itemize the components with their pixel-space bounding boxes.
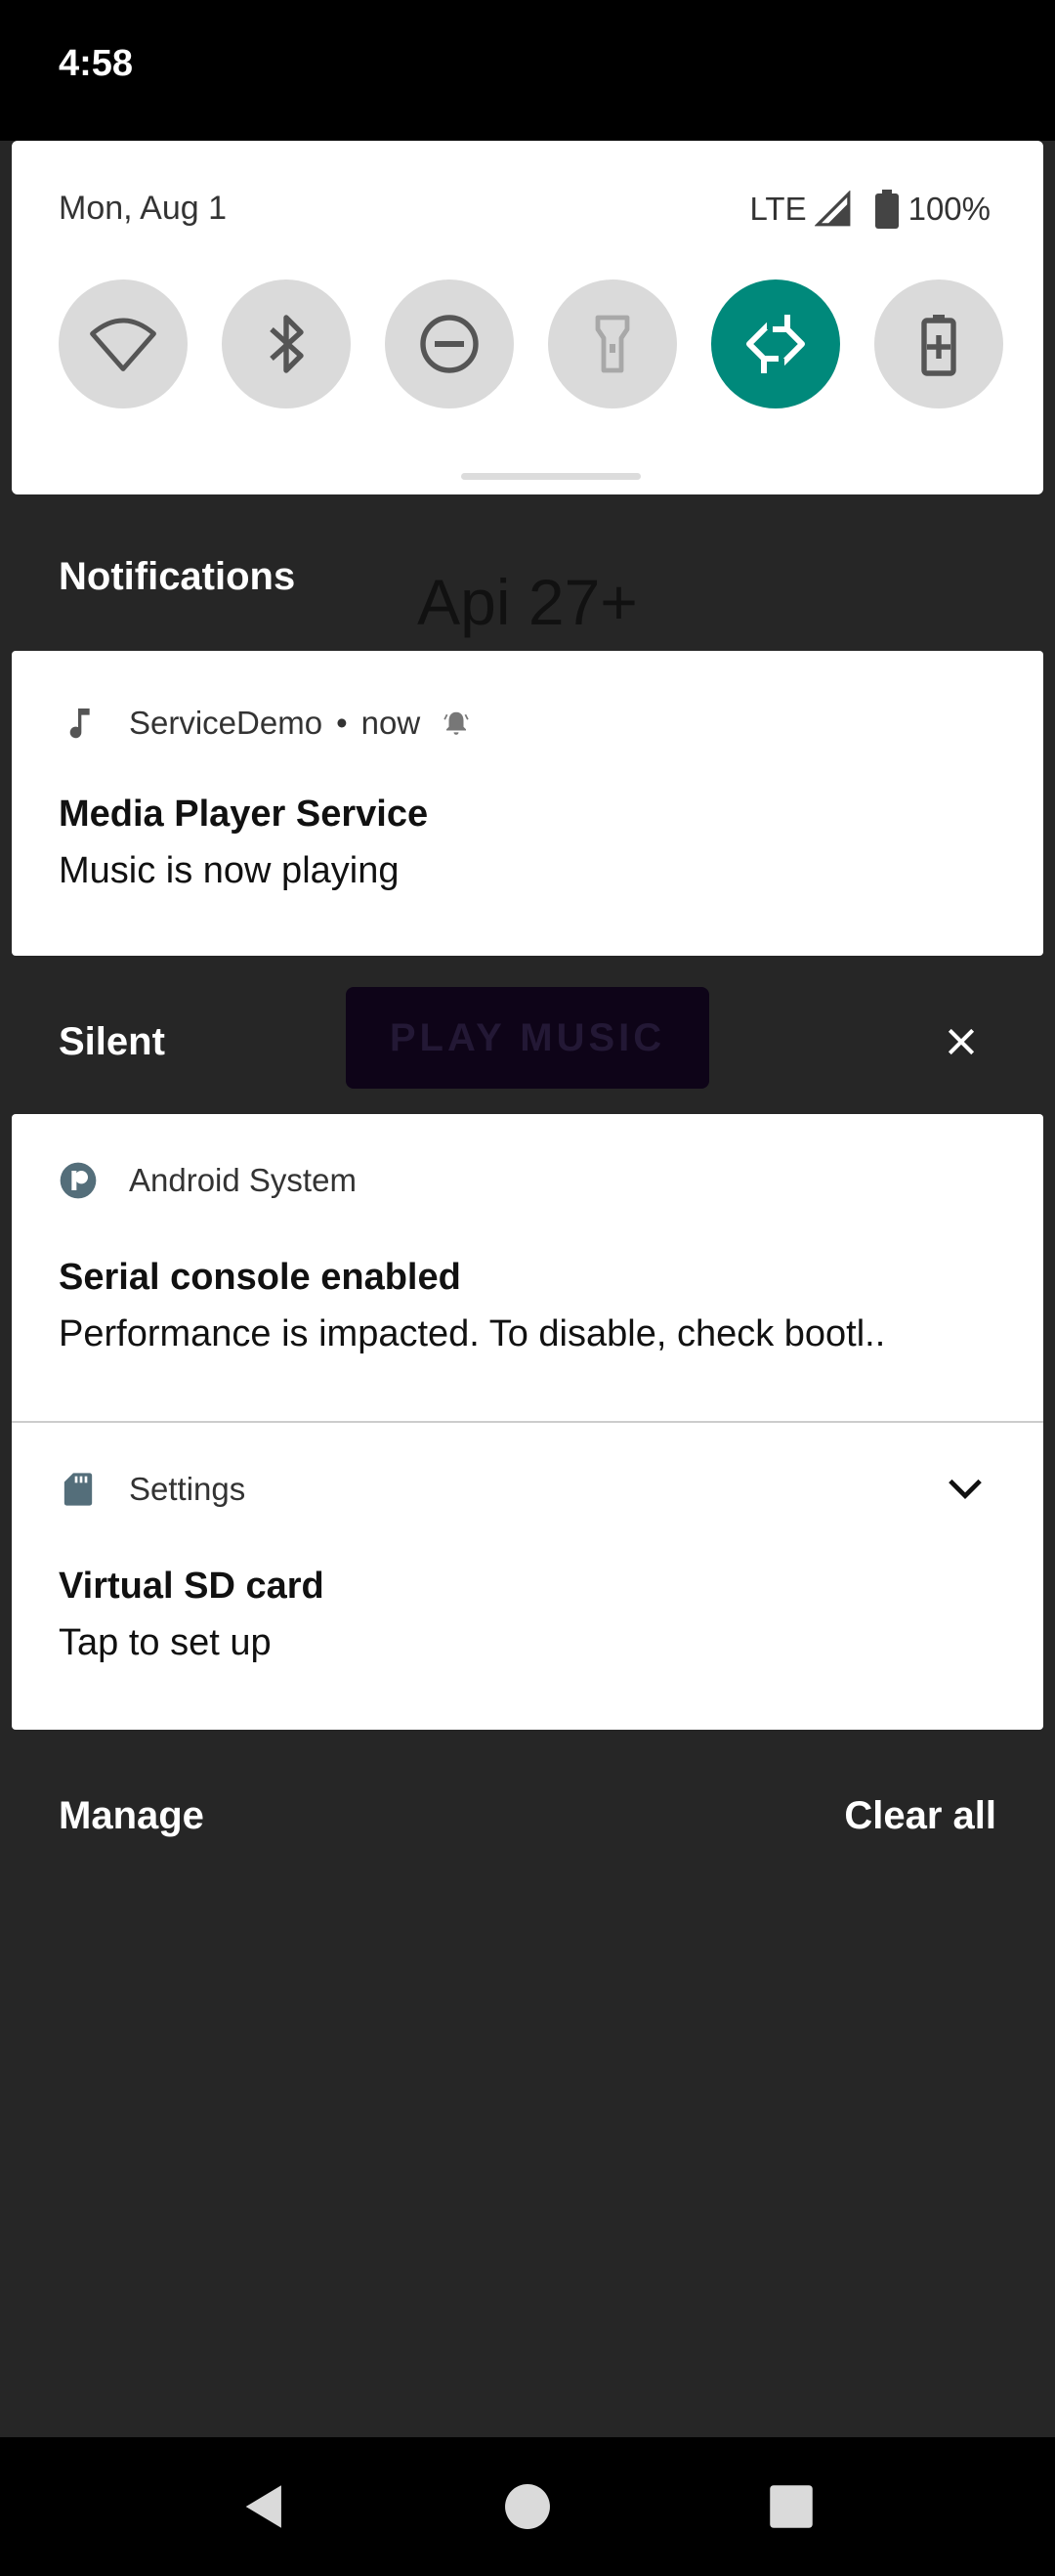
notification-separator: • [336, 705, 348, 741]
music-note-icon [69, 708, 90, 739]
recents-icon[interactable] [763, 2478, 820, 2535]
notification-app-name: Settings [129, 1471, 246, 1507]
notification-title: Media Player Service [59, 794, 429, 835]
notification-app-row[interactable]: Settings [59, 1470, 245, 1509]
dismiss-silent-close-icon[interactable] [942, 1022, 981, 1061]
flashlight-tile[interactable] [548, 279, 677, 408]
chevron-down-icon[interactable] [940, 1462, 991, 1513]
notification-app-row: ServiceDemo • now [59, 704, 471, 743]
notification-time: now [360, 705, 421, 741]
clear-all-button[interactable]: Clear all [844, 1794, 996, 1838]
qs-status-icons: LTE 100% [750, 190, 991, 229]
notification-text: Music is now playing [59, 850, 400, 891]
wifi-tile[interactable] [59, 279, 188, 408]
qs-date[interactable]: Mon, Aug 1 [59, 190, 227, 228]
network-type: LTE [749, 191, 807, 227]
battery-saver-tile[interactable] [874, 279, 1003, 408]
silent-header: Silent [59, 1020, 165, 1063]
sd-card-icon [63, 1473, 93, 1506]
silent-notifications-card: Android System Serial console enabled Pe… [12, 1114, 1043, 1730]
notification-text: Performance is impacted. To disable, che… [59, 1313, 886, 1354]
quick-settings-tiles [59, 279, 1004, 408]
notification-app-row[interactable]: Android System [59, 1161, 357, 1200]
signal-icon [814, 191, 851, 227]
media-notification-card[interactable]: ServiceDemo • now Media Player Service M… [12, 651, 1043, 956]
auto-rotate-icon [746, 309, 805, 379]
wifi-icon [90, 318, 156, 371]
notification-title: Serial console enabled [59, 1257, 461, 1298]
background-play-music-button: PLAY MUSIC [346, 987, 709, 1089]
do-not-disturb-tile[interactable] [385, 279, 514, 408]
notification-text: Tap to set up [59, 1622, 272, 1663]
home-icon[interactable] [499, 2478, 556, 2535]
quick-settings-panel: Mon, Aug 1 LTE 100% [12, 141, 1043, 494]
bluetooth-icon [270, 315, 304, 373]
status-time: 4:58 [59, 43, 134, 84]
manage-button[interactable]: Manage [59, 1794, 204, 1838]
android-system-icon [60, 1162, 97, 1199]
bluetooth-tile[interactable] [222, 279, 351, 408]
notification-divider [12, 1421, 1043, 1423]
notification-app-name: ServiceDemo [129, 705, 323, 741]
notifications-header: Notifications [59, 555, 296, 598]
alerting-bell-icon [443, 711, 469, 735]
battery-icon [874, 190, 899, 229]
back-icon[interactable] [236, 2478, 293, 2535]
battery-percent: 100% [907, 191, 991, 227]
qs-drag-handle[interactable] [461, 473, 641, 480]
navigation-bar [0, 2437, 1055, 2576]
battery-saver-icon [921, 315, 956, 376]
do-not-disturb-icon [420, 315, 479, 373]
notification-title: Virtual SD card [59, 1566, 324, 1607]
auto-rotate-tile[interactable] [711, 279, 840, 408]
status-bar: 4:58 [0, 0, 1055, 141]
flashlight-icon [595, 315, 630, 373]
notification-app-name: Android System [129, 1162, 357, 1198]
